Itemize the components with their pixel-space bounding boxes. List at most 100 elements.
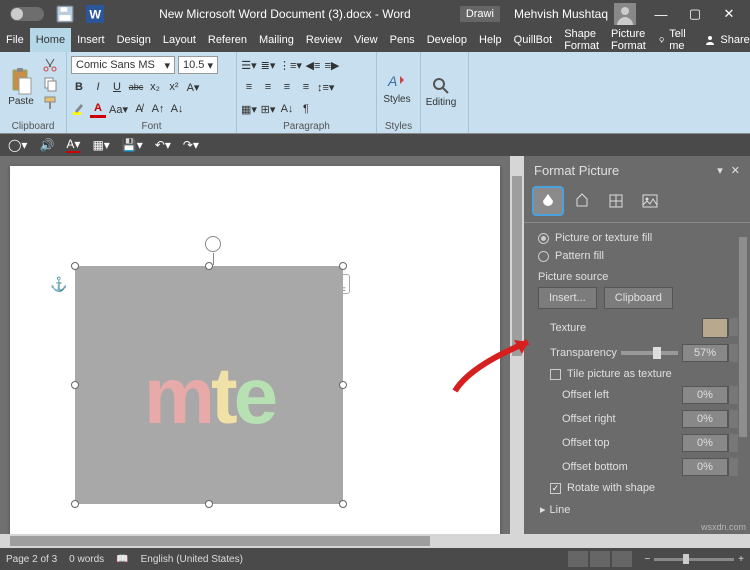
view-read-button[interactable]: [568, 551, 588, 567]
clipboard-picture-button[interactable]: Clipboard: [604, 287, 673, 309]
pane-tab-layout[interactable]: [602, 188, 630, 214]
shading-button[interactable]: ▦▾: [241, 100, 257, 118]
increase-indent-button[interactable]: ≡▶: [324, 56, 340, 74]
pane-tab-fill[interactable]: [534, 188, 562, 214]
format-painter-button[interactable]: [42, 95, 58, 111]
bold-button[interactable]: B: [71, 78, 87, 96]
tab-picture-format[interactable]: Picture Format: [605, 28, 652, 52]
picture-texture-fill-radio[interactable]: Picture or texture fill: [538, 229, 750, 247]
offset-left-spinner[interactable]: [728, 386, 738, 404]
slider-thumb[interactable]: [653, 347, 661, 359]
vertical-scrollbar[interactable]: [510, 156, 524, 534]
tab-insert[interactable]: Insert: [71, 28, 111, 52]
qat-table-icon[interactable]: ▦▾: [92, 138, 109, 152]
close-button[interactable]: ✕: [712, 0, 746, 28]
tab-developer[interactable]: Develop: [421, 28, 473, 52]
resize-handle-nw[interactable]: [71, 262, 79, 270]
offset-top-spinner[interactable]: [728, 434, 738, 452]
resize-handle-sw[interactable]: [71, 500, 79, 508]
align-center-button[interactable]: ≡: [260, 78, 276, 96]
pattern-fill-radio[interactable]: Pattern fill: [538, 247, 750, 265]
pane-tab-effects[interactable]: [568, 188, 596, 214]
save-icon[interactable]: [56, 5, 74, 23]
clear-format-button[interactable]: A̸: [131, 100, 147, 118]
tab-help[interactable]: Help: [473, 28, 508, 52]
resize-handle-se[interactable]: [339, 500, 347, 508]
decrease-indent-button[interactable]: ◀≡: [305, 56, 321, 74]
multilevel-button[interactable]: ⋮≡▾: [279, 56, 302, 74]
horizontal-scrollbar[interactable]: [0, 534, 750, 548]
status-proofing-icon[interactable]: 📖: [116, 554, 128, 565]
pane-tab-picture[interactable]: [636, 188, 664, 214]
anchor-icon[interactable]: ⚓: [50, 276, 67, 293]
tell-me-search[interactable]: Tell me: [652, 28, 697, 52]
tab-pens[interactable]: Pens: [384, 28, 421, 52]
transparency-value[interactable]: 57%: [682, 344, 728, 362]
pane-scrollbar-thumb[interactable]: [739, 237, 747, 437]
offset-bottom-spinner[interactable]: [728, 458, 738, 476]
editing-button[interactable]: Editing: [425, 55, 457, 130]
subscript-button[interactable]: x₂: [147, 78, 163, 96]
texture-dropdown[interactable]: [728, 318, 738, 336]
scrollbar-thumb[interactable]: [512, 176, 522, 356]
highlight-button[interactable]: [71, 100, 87, 118]
status-language[interactable]: English (United States): [141, 554, 243, 565]
italic-button[interactable]: I: [90, 78, 106, 96]
document-page[interactable]: ⚓ mte: [10, 166, 500, 534]
font-size-select[interactable]: 10.5▾: [178, 56, 218, 74]
qat-circle-icon[interactable]: ◯▾: [8, 138, 27, 152]
view-print-button[interactable]: [590, 551, 610, 567]
tab-review[interactable]: Review: [300, 28, 348, 52]
tab-quillbot[interactable]: QuillBot: [508, 28, 559, 52]
tab-layout[interactable]: Layout: [157, 28, 202, 52]
selected-picture[interactable]: mte: [75, 266, 343, 504]
font-color-button[interactable]: A: [90, 100, 106, 118]
copy-button[interactable]: [42, 76, 58, 92]
resize-handle-ne[interactable]: [339, 262, 347, 270]
offset-top-value[interactable]: 0%: [682, 434, 728, 452]
text-effects-button[interactable]: A▾: [185, 78, 201, 96]
align-right-button[interactable]: ≡: [279, 78, 295, 96]
shrink-font-button[interactable]: A↓: [169, 100, 185, 118]
document-area[interactable]: ⚓ mte: [0, 156, 510, 534]
qat-redo-icon[interactable]: ↷▾: [183, 138, 199, 152]
tab-file[interactable]: File: [0, 28, 30, 52]
qat-save-icon[interactable]: 💾▾: [122, 138, 143, 152]
resize-handle-n[interactable]: [205, 262, 213, 270]
user-account[interactable]: Mehvish Mushtaq: [506, 3, 644, 25]
zoom-slider[interactable]: [654, 558, 734, 561]
zoom-out-button[interactable]: −: [644, 554, 650, 565]
status-page[interactable]: Page 2 of 3: [6, 554, 57, 565]
hscrollbar-thumb[interactable]: [10, 536, 430, 546]
line-section-expander[interactable]: ▸Line: [538, 497, 750, 518]
bullets-button[interactable]: ☰▾: [241, 56, 257, 74]
justify-button[interactable]: ≡: [298, 78, 314, 96]
tab-design[interactable]: Design: [111, 28, 157, 52]
change-case-button[interactable]: Aa▾: [109, 100, 128, 118]
offset-right-spinner[interactable]: [728, 410, 738, 428]
qat-font-color-icon[interactable]: A▾: [66, 137, 80, 153]
strikethrough-button[interactable]: abc: [128, 78, 144, 96]
zoom-slider-thumb[interactable]: [683, 554, 689, 564]
cut-button[interactable]: [42, 57, 58, 73]
pane-menu-button[interactable]: ▾: [717, 164, 723, 177]
autosave-toggle[interactable]: [10, 7, 44, 21]
styles-button[interactable]: A Styles: [381, 55, 413, 119]
tab-view[interactable]: View: [348, 28, 384, 52]
superscript-button[interactable]: x²: [166, 78, 182, 96]
share-button[interactable]: Share: [696, 28, 750, 52]
view-web-button[interactable]: [612, 551, 632, 567]
show-marks-button[interactable]: ¶: [298, 100, 314, 118]
pane-close-button[interactable]: ✕: [731, 164, 740, 177]
grow-font-button[interactable]: A↑: [150, 100, 166, 118]
offset-left-value[interactable]: 0%: [682, 386, 728, 404]
tab-home[interactable]: Home: [30, 28, 71, 52]
line-spacing-button[interactable]: ↕≡▾: [317, 78, 334, 96]
tab-references[interactable]: Referen: [202, 28, 253, 52]
minimize-button[interactable]: —: [644, 0, 678, 28]
transparency-slider[interactable]: [621, 351, 678, 355]
maximize-button[interactable]: ▢: [678, 0, 712, 28]
numbering-button[interactable]: ≣▾: [260, 56, 276, 74]
font-name-select[interactable]: Comic Sans MS▾: [71, 56, 175, 74]
underline-button[interactable]: U: [109, 78, 125, 96]
